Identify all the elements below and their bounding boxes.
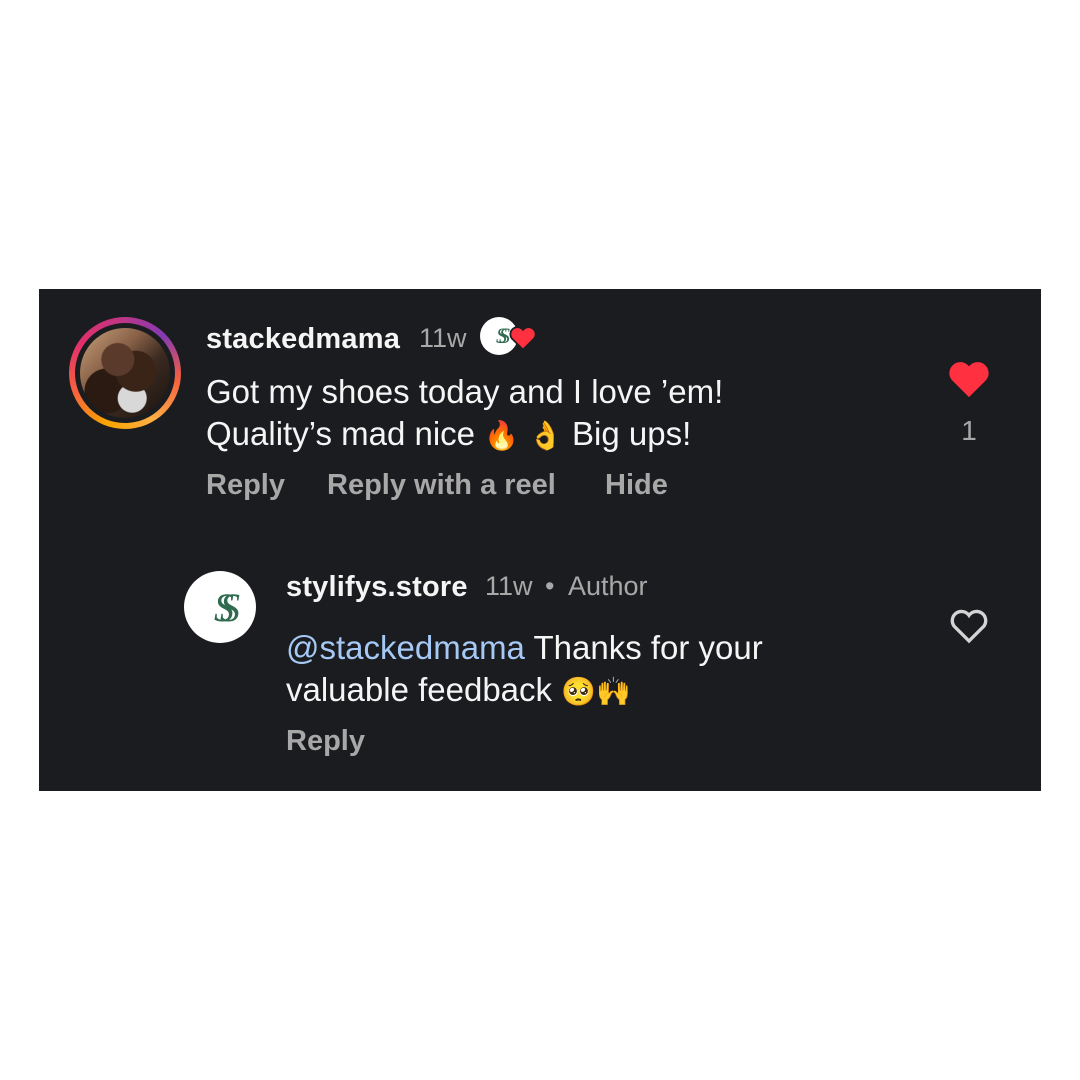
separator-dot: • (545, 571, 555, 601)
heart-icon (509, 326, 537, 351)
reply-text-line1: @stackedmama Thanks for your (286, 629, 763, 666)
reply-with-reel-button[interactable]: Reply with a reel (327, 469, 556, 502)
comment-time: 11w (485, 571, 533, 601)
emoji: 🥺🙌 (561, 675, 631, 708)
store-logo-icon: SS (214, 584, 240, 630)
comment-time: 11w (419, 323, 467, 353)
reply-button[interactable]: Reply (206, 469, 285, 502)
reply-button[interactable]: Reply (286, 725, 365, 758)
like-count: 1 (961, 415, 977, 446)
like-filled-icon[interactable] (947, 359, 991, 399)
avatar-photo (80, 328, 170, 418)
store-avatar[interactable]: SS (184, 571, 256, 643)
hide-button[interactable]: Hide (605, 469, 668, 502)
comment-username[interactable]: stackedmama (206, 323, 400, 356)
comment-text-line2: Quality’s mad nice 🔥 👌 Big ups! (206, 415, 692, 452)
user-avatar[interactable] (69, 317, 181, 429)
comments-panel: stackedmama 11w SS Got my shoes today an… (39, 289, 1041, 791)
emoji: 🔥 👌 (484, 419, 563, 452)
like-outline-icon[interactable] (949, 607, 989, 645)
comment-username[interactable]: stylifys.store (286, 571, 468, 604)
reply-text-line2: valuable feedback 🥺🙌 (286, 671, 631, 708)
store-logo-icon: SS (496, 323, 510, 348)
mention-link[interactable]: @stackedmama (286, 629, 525, 666)
author-label: Author (568, 571, 648, 601)
comment-text-line1: Got my shoes today and I love ’em! (206, 373, 724, 410)
